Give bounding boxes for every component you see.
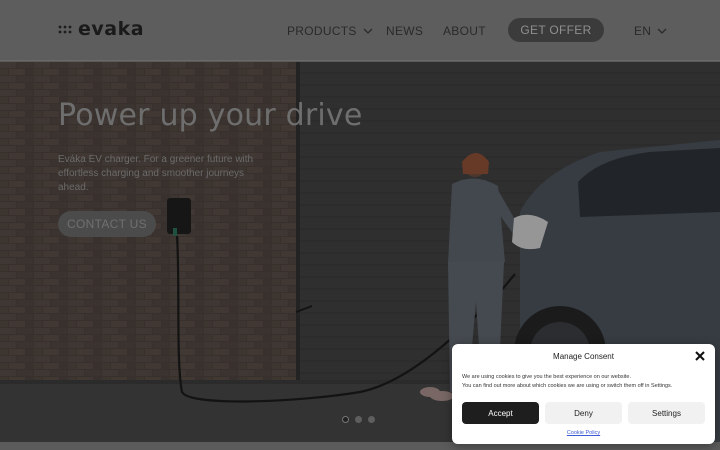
site-header: evaka PRODUCTS NEWS ABOUT GET OFFER EN <box>0 0 720 61</box>
slider-dot-1[interactable] <box>342 416 349 423</box>
chevron-down-icon <box>363 28 373 34</box>
cookie-dialog-title: Manage Consent <box>553 352 614 361</box>
cookie-policy-link[interactable]: Cookie Policy <box>452 430 715 436</box>
accept-button[interactable]: Accept <box>462 402 539 424</box>
nav-products-label: PRODUCTS <box>287 23 357 38</box>
deny-button[interactable]: Deny <box>545 402 622 424</box>
nav-products[interactable]: PRODUCTS <box>287 0 373 61</box>
hero-title: Power up your drive <box>58 98 363 133</box>
cookie-message-line-1: We are using cookies to give you the bes… <box>462 374 631 380</box>
cookie-message-line-2: You can find out more about which cookie… <box>462 383 673 389</box>
slider-dot-3[interactable] <box>368 416 375 423</box>
nav-news[interactable]: NEWS <box>386 0 423 61</box>
settings-button[interactable]: Settings <box>628 402 705 424</box>
brand-wordmark: evaka <box>78 18 145 40</box>
dots-logo-icon <box>58 25 72 34</box>
language-link[interactable]: EN <box>634 24 667 38</box>
nav-news-link[interactable]: NEWS <box>386 24 423 38</box>
cookie-message: We are using cookies to give you the bes… <box>462 373 707 391</box>
slider-dot-2[interactable] <box>355 416 362 423</box>
nav-products-link[interactable]: PRODUCTS <box>287 24 373 38</box>
nav-about[interactable]: ABOUT <box>443 0 486 61</box>
contact-us-button[interactable]: CONTACT US <box>58 211 156 237</box>
language-selector[interactable]: EN <box>634 0 667 61</box>
nav-about-link[interactable]: ABOUT <box>443 24 486 38</box>
get-offer-button[interactable]: GET OFFER <box>508 18 604 42</box>
page: evaka PRODUCTS NEWS ABOUT GET OFFER EN P… <box>0 0 720 450</box>
cookie-consent-dialog: Manage Consent We are using cookies to g… <box>452 344 715 444</box>
language-label: EN <box>634 23 652 38</box>
brand-logo[interactable]: evaka <box>58 18 144 40</box>
close-icon[interactable] <box>694 350 706 362</box>
chevron-down-icon <box>657 28 667 34</box>
slider-pagination <box>342 416 375 423</box>
hero-subtitle: Eváka EV charger. For a greener future w… <box>58 154 254 193</box>
